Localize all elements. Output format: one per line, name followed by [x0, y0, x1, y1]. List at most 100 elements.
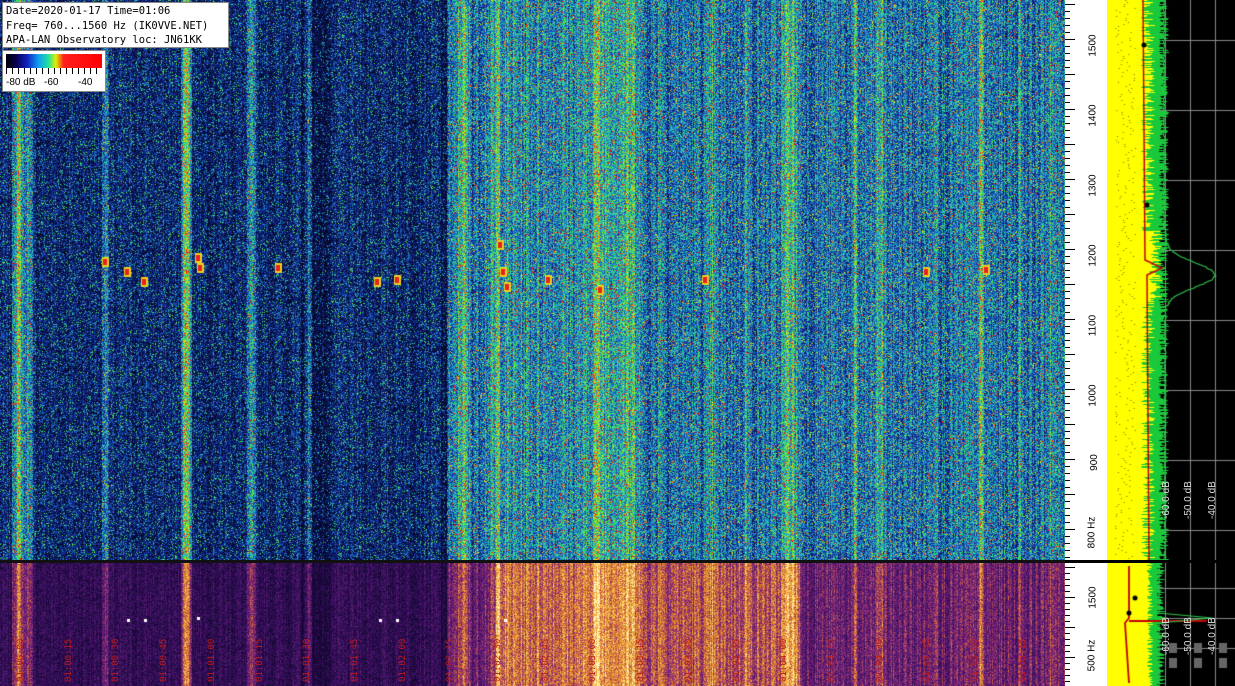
freq-axis-tick: [1065, 186, 1070, 187]
freq-axis-tick: [1065, 466, 1070, 467]
freq-axis-tick: [1065, 228, 1070, 229]
scale-label-low: -80 dB: [6, 77, 36, 88]
lower-freq-label-1500: 1500: [1087, 586, 1099, 609]
lower-freq-axis-tick: [1065, 663, 1070, 664]
time-label: 01:00:00: [16, 638, 26, 682]
time-label: 01:03:15: [636, 638, 647, 682]
freq-axis-tick: [1065, 522, 1070, 523]
lower-db-label-40: -40.0 dB: [1207, 617, 1218, 655]
freq-axis-tick: [1065, 501, 1070, 502]
freq-axis-tick: [1065, 515, 1070, 516]
freq-axis-tick: [1065, 165, 1070, 166]
lower-freq-axis-tick: [1065, 609, 1070, 610]
freq-axis-tick: [1065, 536, 1070, 537]
time-label: 01:02:00: [397, 638, 408, 682]
lower-freq-axis-tick: [1065, 591, 1070, 592]
lower-freq-axis-tick: [1065, 651, 1070, 652]
freq-axis-tick: [1065, 431, 1070, 432]
lower-freq-axis-tick: [1065, 645, 1070, 646]
lower-freq-axis-tick: [1065, 585, 1070, 586]
freq-axis-tick: [1065, 172, 1070, 173]
freq-axis-tick: [1065, 179, 1075, 180]
freq-axis-tick: [1065, 445, 1070, 446]
freq-axis-tick: [1065, 487, 1070, 488]
freq-axis-tick: [1065, 368, 1070, 369]
freq-axis-tick: [1065, 557, 1070, 558]
freq-label-1300: 1300: [1087, 174, 1099, 197]
freq-axis-tick: [1065, 319, 1075, 320]
freq-axis-tick: [1065, 74, 1075, 75]
time-label: 01:03:30: [683, 638, 694, 682]
freq-axis-tick: [1065, 347, 1070, 348]
lower-freq-axis-tick: [1065, 675, 1070, 676]
freq-axis-tick: [1065, 340, 1070, 341]
freq-axis-tick: [1065, 396, 1070, 397]
freq-axis-tick: [1065, 298, 1070, 299]
freq-axis-tick: [1065, 207, 1070, 208]
waterfall-spectrogram: [0, 0, 1065, 560]
freq-axis-tick: [1065, 235, 1070, 236]
lower-freq-axis-tick: [1065, 639, 1070, 640]
time-label: 01:04:30: [874, 638, 885, 682]
freq-axis-tick: [1065, 11, 1070, 12]
time-label: 01:05:00: [970, 638, 980, 682]
color-scale-bar: [6, 54, 102, 68]
freq-axis-tick: [1065, 543, 1070, 544]
freq-label-1200: 1200: [1087, 244, 1099, 267]
freq-axis-tick: [1065, 529, 1075, 530]
freq-axis-tick: [1065, 480, 1070, 481]
freq-axis-tick: [1065, 459, 1075, 460]
time-label: 01:01:15: [254, 638, 265, 682]
freq-axis-tick: [1065, 410, 1070, 411]
lower-freq-axis-tick: [1065, 597, 1075, 598]
freq-axis-tick: [1065, 25, 1070, 26]
lower-freq-axis-tick: [1065, 657, 1075, 658]
lower-freq-axis-tick: [1065, 681, 1070, 682]
time-label: 01:02:15: [445, 638, 456, 682]
color-scale-ticks: [6, 68, 102, 74]
freq-axis-tick: [1065, 95, 1070, 96]
scale-label-high: -40: [78, 77, 93, 88]
freq-axis-tick: [1065, 151, 1070, 152]
freq-axis-tick: [1065, 193, 1070, 194]
freq-label-1000: 1000: [1087, 384, 1099, 407]
freq-axis-tick: [1065, 214, 1075, 215]
freq-axis-tick: [1065, 60, 1070, 61]
lower-freq-axis-tick: [1065, 615, 1070, 616]
time-label: 01:02:45: [540, 638, 551, 682]
freq-label-1400: 1400: [1087, 104, 1099, 127]
freq-axis-tick: [1065, 53, 1070, 54]
db-label-50: -50.0 dB: [1183, 481, 1194, 519]
lower-freq-axis-tick: [1065, 573, 1070, 574]
info-date-time: Date=2020-01-17 Time=01:06: [6, 5, 171, 17]
time-label: 01:04:00: [779, 638, 790, 682]
freq-axis-tick: [1065, 109, 1075, 110]
freq-axis-tick: [1065, 326, 1070, 327]
freq-axis-tick: [1065, 452, 1070, 453]
freq-label-1500: 1500: [1087, 34, 1099, 57]
time-label: 01:01:45: [349, 638, 360, 682]
freq-axis-tick: [1065, 263, 1070, 264]
freq-axis-tick: [1065, 123, 1070, 124]
freq-axis-tick: [1065, 270, 1070, 271]
time-label: 01:04:45: [922, 638, 933, 682]
color-scale-legend: -80 dB -60 -40: [2, 50, 106, 92]
freq-axis-tick: [1065, 242, 1070, 243]
freq-axis-tick: [1065, 389, 1075, 390]
freq-axis-tick: [1065, 312, 1070, 313]
lower-freq-axis-tick: [1065, 567, 1075, 568]
freq-axis-tick: [1065, 256, 1070, 257]
freq-axis-tick: [1065, 354, 1075, 355]
freq-axis-tick: [1065, 130, 1070, 131]
db-label-40: -40.0 dB: [1207, 481, 1218, 519]
freq-axis-tick: [1065, 284, 1075, 285]
freq-axis-tick: [1065, 508, 1070, 509]
info-box: Date=2020-01-17 Time=01:06 Freq= 760...1…: [2, 2, 229, 48]
freq-axis-tick: [1065, 88, 1070, 89]
time-label: 01:00:30: [111, 638, 122, 682]
lower-freq-axis-tick: [1065, 621, 1070, 622]
info-observatory: APA-LAN Observatory loc: JN61KK: [6, 34, 202, 46]
freq-axis-tick: [1065, 144, 1075, 145]
db-label-60: -60.0 dB: [1161, 481, 1172, 519]
freq-axis-tick: [1065, 116, 1070, 117]
